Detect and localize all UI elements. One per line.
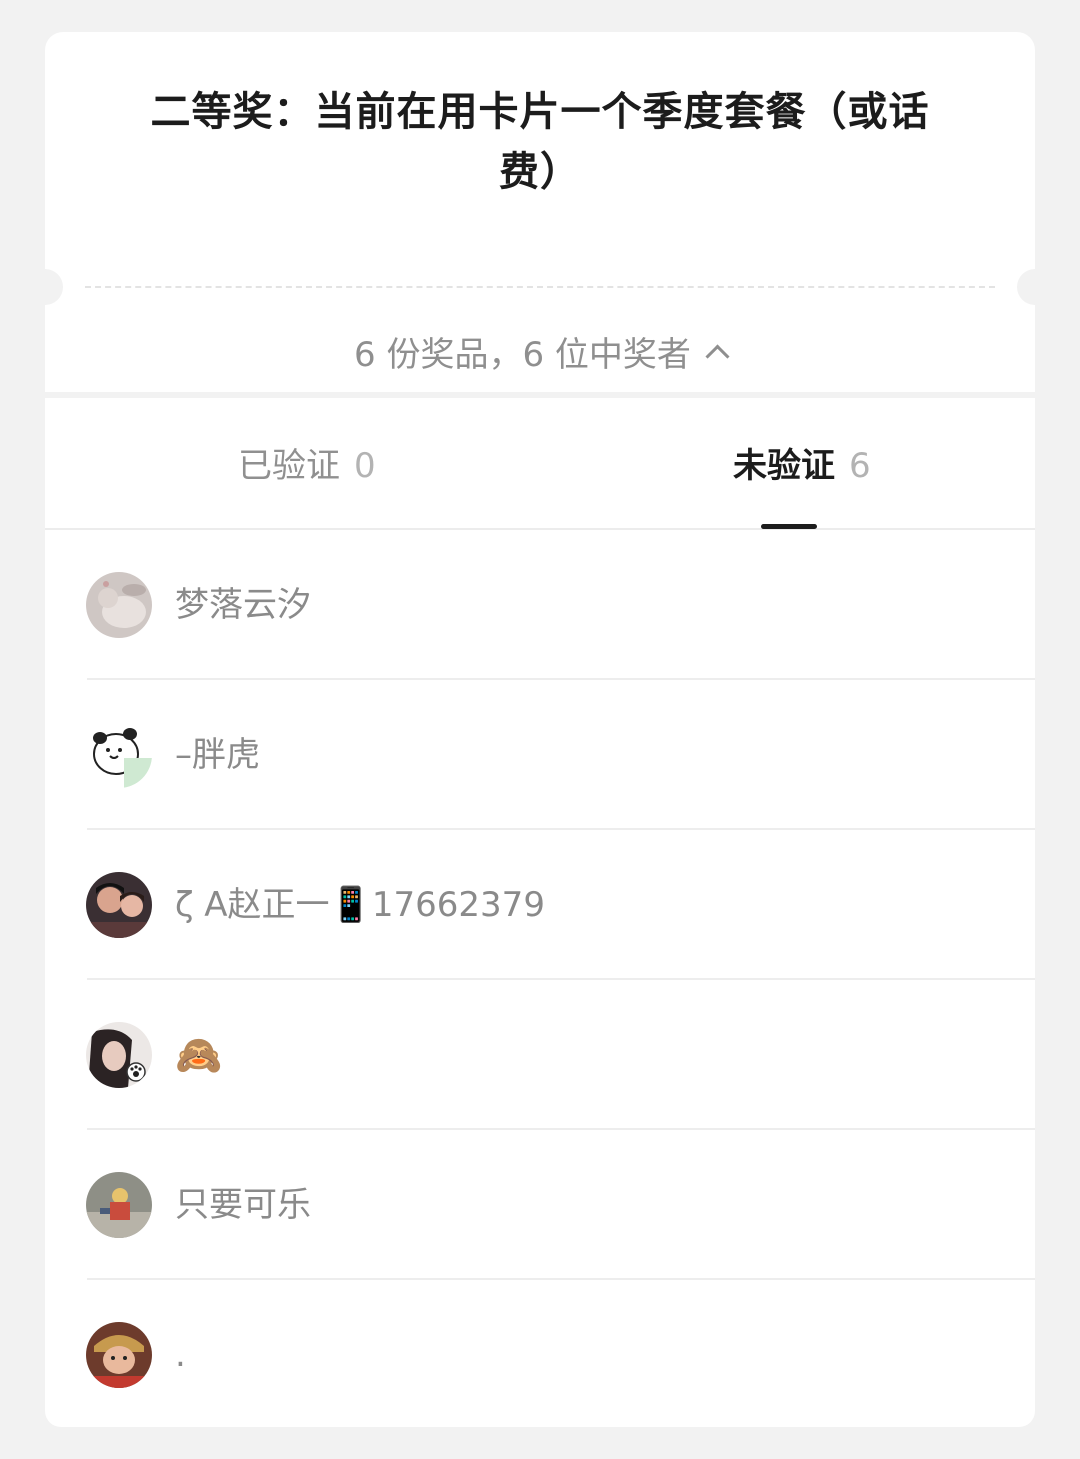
avatar bbox=[86, 1172, 152, 1238]
tab-verified-count: 0 bbox=[354, 446, 376, 486]
tab-verified[interactable]: 已验证 0 bbox=[238, 446, 376, 486]
prize-title: 二等奖：当前在用卡片一个季度套餐（或话费） bbox=[150, 89, 930, 195]
tab-unverified-label: 未验证 bbox=[733, 446, 835, 486]
winner-row[interactable]: . bbox=[45, 1280, 1035, 1430]
ticket-notch-right bbox=[1017, 269, 1053, 305]
avatar bbox=[86, 1022, 152, 1088]
winner-name: . bbox=[175, 1335, 186, 1375]
avatar bbox=[86, 572, 152, 638]
prize-card: 二等奖：当前在用卡片一个季度套餐（或话费） 6 份奖品，6 位中奖者 bbox=[27, 32, 1053, 392]
verification-tabs: 已验证 0 未验证 6 bbox=[45, 398, 1035, 530]
winner-name: 只要可乐 bbox=[175, 1185, 311, 1225]
tab-unverified-count: 6 bbox=[849, 446, 871, 486]
winner-name: 梦落云汐 bbox=[175, 585, 311, 625]
prize-summary-text: 6 份奖品，6 位中奖者 bbox=[354, 335, 691, 375]
prize-summary-toggle[interactable]: 6 份奖品，6 位中奖者 bbox=[45, 327, 1035, 376]
avatar bbox=[86, 722, 152, 788]
winner-name: –胖虎 bbox=[175, 735, 260, 775]
winner-row[interactable]: ζ A赵正一📱17662379 bbox=[45, 830, 1035, 980]
winner-row[interactable]: –胖虎 bbox=[45, 680, 1035, 830]
tab-unverified[interactable]: 未验证 6 bbox=[733, 446, 871, 486]
ticket-divider bbox=[85, 286, 995, 288]
tab-verified-label: 已验证 bbox=[238, 446, 340, 486]
avatar bbox=[86, 872, 152, 938]
chevron-up-icon bbox=[705, 344, 730, 369]
winner-row[interactable]: 🙈 bbox=[45, 980, 1035, 1130]
winner-row[interactable]: 梦落云汐 bbox=[45, 530, 1035, 680]
winner-list: 梦落云汐 –胖虎 ζ A赵正一📱17662379 🙈 只要可乐 . bbox=[45, 530, 1035, 1427]
avatar bbox=[86, 1322, 152, 1388]
active-tab-indicator bbox=[761, 524, 817, 529]
ticket-notch-left bbox=[27, 269, 63, 305]
winner-row[interactable]: 只要可乐 bbox=[45, 1130, 1035, 1280]
winner-name: 🙈 bbox=[175, 1033, 223, 1077]
winner-name: ζ A赵正一📱17662379 bbox=[175, 885, 545, 925]
